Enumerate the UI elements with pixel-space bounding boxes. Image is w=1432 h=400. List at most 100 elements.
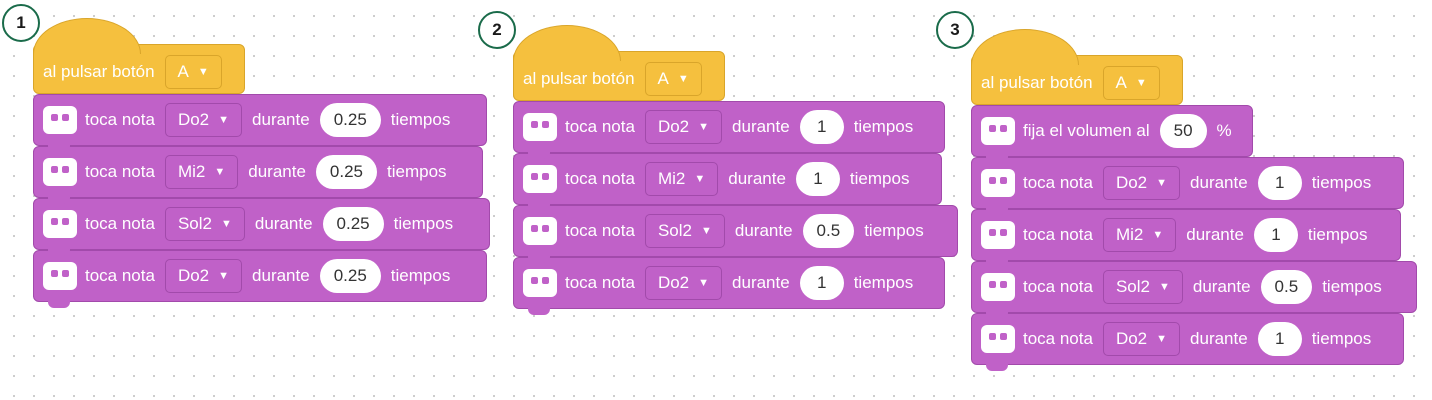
block-label: fija el volumen al [1023,121,1150,140]
step-badge-2: 2 [478,11,516,49]
beats-input[interactable]: 0.25 [315,155,378,189]
dropdown-arrow-icon: ▼ [197,66,209,78]
dropdown-arrow-icon: ▼ [1152,229,1164,241]
dropdown-arrow-icon: ▼ [694,173,706,185]
play-note-block[interactable]: toca nota Do2 ▼ durante 0.25 tiempos [33,94,487,152]
hat-label: al pulsar botón [523,69,635,88]
dropdown-arrow-icon: ▼ [214,166,226,178]
block-notch [986,259,1008,267]
note-value: Sol2 [1115,277,1150,296]
beats-input[interactable]: 1 [1257,322,1302,356]
button-dropdown[interactable]: A ▼ [164,55,222,89]
note-dropdown[interactable]: Sol2 ▼ [164,207,245,241]
unit-label: tiempos [864,221,924,240]
block-label: toca nota [85,214,155,233]
play-note-block[interactable]: toca nota Do2 ▼ durante 1 tiempos [971,313,1404,371]
note-dropdown[interactable]: Do2 ▼ [164,259,243,293]
note-value: Do2 [657,273,690,292]
note-dropdown[interactable]: Mi2 ▼ [1102,218,1177,252]
volume-input[interactable]: 50 [1159,114,1207,148]
during-label: durante [734,221,793,240]
note-dropdown[interactable]: Mi2 ▼ [644,162,719,196]
block-label: toca nota [1023,225,1093,244]
note-dropdown[interactable]: Sol2 ▼ [644,214,725,248]
unit-label: tiempos [853,117,914,136]
beats-input[interactable]: 1 [799,110,844,144]
dropdown-arrow-icon: ▼ [1158,281,1170,293]
block-label: toca nota [1023,173,1093,192]
beats-input[interactable]: 1 [1257,166,1302,200]
during-label: durante [732,273,790,292]
during-label: durante [732,117,790,136]
beats-input[interactable]: 1 [795,162,840,196]
note-value: Do2 [177,266,210,285]
play-note-block[interactable]: toca nota Sol2 ▼ durante 0.5 tiempos [513,205,958,263]
robot-face-icon [981,325,1015,353]
beats-input[interactable]: 1 [799,266,844,300]
during-label: durante [248,162,306,181]
note-value: Mi2 [657,169,686,188]
play-note-block[interactable]: toca nota Do2 ▼ durante 0.25 tiempos [33,250,487,308]
button-dropdown-value: A [657,69,669,88]
robot-face-icon [981,169,1015,197]
beats-input[interactable]: 0.5 [802,214,855,248]
note-value: Sol2 [657,221,692,240]
note-value: Do2 [1115,329,1148,348]
play-note-block[interactable]: toca nota Do2 ▼ durante 1 tiempos [513,101,945,159]
dropdown-arrow-icon: ▼ [698,277,710,289]
beats-input[interactable]: 1 [1253,218,1298,252]
unit-label: tiempos [853,273,914,292]
note-value: Do2 [1115,173,1148,192]
robot-face-icon [43,210,77,238]
note-dropdown[interactable]: Do2 ▼ [1102,322,1181,356]
note-dropdown[interactable]: Do2 ▼ [1102,166,1181,200]
robot-face-icon [981,273,1015,301]
play-note-block[interactable]: toca nota Mi2 ▼ durante 1 tiempos [513,153,942,211]
robot-face-icon [43,158,77,186]
block-notch [48,300,70,308]
beats-input[interactable]: 0.5 [1260,270,1313,304]
script-3[interactable]: al pulsar botón A ▼ fija el volumen al 5… [971,29,1417,371]
play-note-block[interactable]: toca nota Sol2 ▼ durante 0.5 tiempos [971,261,1417,319]
unit-label: tiempos [387,162,447,181]
button-dropdown[interactable]: A ▼ [644,62,702,96]
block-notch [986,311,1008,319]
note-dropdown[interactable]: Do2 ▼ [644,266,723,300]
unit-label: tiempos [393,214,454,233]
play-note-block[interactable]: toca nota Mi2 ▼ durante 1 tiempos [971,209,1401,267]
block-label: toca nota [565,117,635,136]
step-badge-1: 1 [2,4,40,42]
beats-input[interactable]: 0.25 [319,103,381,137]
play-note-block[interactable]: toca nota Mi2 ▼ durante 0.25 tiempos [33,146,483,204]
during-label: durante [254,214,313,233]
set-volume-block[interactable]: fija el volumen al 50 % [971,105,1253,163]
during-label: durante [1192,277,1251,296]
script-2[interactable]: al pulsar botón A ▼ toca nota Do2 ▼ duran… [513,25,958,315]
dropdown-arrow-icon: ▼ [677,73,689,85]
play-note-block[interactable]: toca nota Do2 ▼ durante 1 tiempos [971,157,1404,215]
block-notch [528,307,550,315]
during-label: durante [1190,329,1248,348]
note-dropdown[interactable]: Sol2 ▼ [1102,270,1183,304]
block-notch [528,203,550,211]
hat-label: al pulsar botón [981,73,1093,92]
note-dropdown[interactable]: Mi2 ▼ [164,155,239,189]
block-notch [986,363,1008,371]
when-button-pressed-block[interactable]: al pulsar botón A ▼ [971,29,1183,105]
button-dropdown[interactable]: A ▼ [1102,66,1160,100]
block-label: toca nota [85,162,155,181]
dropdown-arrow-icon: ▼ [220,218,232,230]
play-note-block[interactable]: toca nota Sol2 ▼ durante 0.25 tiempos [33,198,490,256]
note-dropdown[interactable]: Do2 ▼ [164,103,243,137]
play-note-block[interactable]: toca nota Do2 ▼ durante 1 tiempos [513,257,945,315]
robot-face-icon [981,221,1015,249]
block-notch [48,248,70,256]
when-button-pressed-block[interactable]: al pulsar botón A ▼ [513,25,725,101]
beats-input[interactable]: 0.25 [322,207,384,241]
note-dropdown[interactable]: Do2 ▼ [644,110,723,144]
when-button-pressed-block[interactable]: al pulsar botón A ▼ [33,18,245,94]
beats-input[interactable]: 0.25 [319,259,381,293]
script-1[interactable]: al pulsar botón A ▼ toca nota Do2 ▼ duran… [33,18,490,308]
step-badge-3: 3 [936,11,974,49]
block-label: toca nota [1023,329,1093,348]
